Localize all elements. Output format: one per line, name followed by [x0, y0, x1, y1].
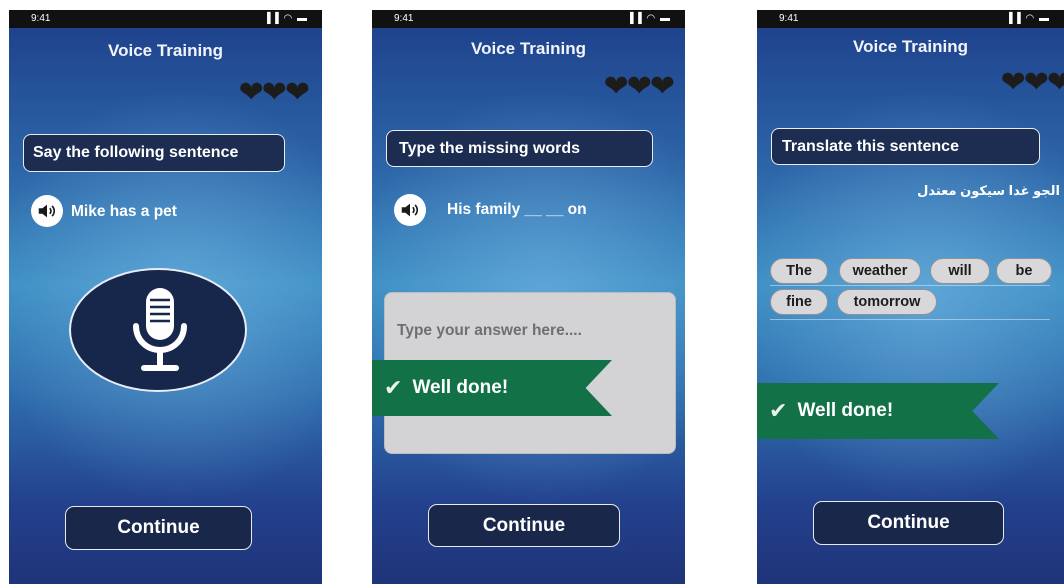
instruction-text: Type the missing words [399, 139, 581, 157]
word-chip[interactable]: tomorrow [837, 289, 937, 315]
status-time: 9:41 [394, 13, 414, 24]
answer-line [770, 285, 1050, 286]
page-title: Voice Training [471, 39, 586, 58]
word-chip[interactable]: fine [770, 289, 828, 315]
answer-placeholder: Type your answer here.... [397, 322, 582, 339]
status-bar: 9:41 ▐▐ ◠ ▬ [372, 10, 685, 28]
instruction-label: Translate this sentence [771, 128, 1040, 165]
hearts-lives-icon: ❤❤❤ [603, 70, 675, 103]
word-chip[interactable]: weather [839, 258, 921, 284]
source-sentence-arabic: الجو غدا سيكون معتدل [917, 183, 1060, 198]
success-banner: ✔ Well done! [757, 383, 999, 439]
success-text: Well done! [412, 377, 509, 398]
success-banner: ✔ Well done! [372, 360, 612, 416]
status-icons: ▐▐ ◠ ▬ [626, 13, 671, 24]
continue-button[interactable]: Continue [813, 501, 1004, 545]
success-text: Well done! [797, 400, 894, 421]
instruction-label: Say the following sentence [23, 134, 285, 172]
record-button[interactable] [69, 268, 247, 392]
word-chip[interactable]: be [996, 258, 1052, 284]
checkmark-icon: ✔ [769, 398, 788, 423]
instruction-label: Type the missing words [386, 130, 653, 167]
speaker-icon[interactable] [31, 195, 63, 227]
phone-screen-3: 9:41 ▐▐ ◠ ▬ Voice Training ❤❤❤ Translate… [757, 10, 1064, 584]
phone-screen-2: 9:41 ▐▐ ◠ ▬ Voice Training ❤❤❤ Type the … [372, 10, 685, 584]
status-bar: 9:41 ▐▐ ◠ ▬ [9, 10, 322, 28]
hearts-lives-icon: ❤❤❤ [1000, 66, 1064, 99]
status-bar: 9:41 ▐▐ ◠ ▬ [757, 10, 1064, 28]
instruction-text: Translate this sentence [782, 137, 959, 155]
phone-screen-1: 9:41 ▐▐ ◠ ▬ Voice Training ❤❤❤ Say the f… [9, 10, 322, 584]
cloze-sentence: His family __ __ on [447, 201, 587, 218]
continue-button[interactable]: Continue [65, 506, 252, 550]
status-icons: ▐▐ ◠ ▬ [263, 13, 308, 24]
status-time: 9:41 [31, 13, 51, 24]
page-title: Voice Training [853, 37, 968, 56]
status-icons: ▐▐ ◠ ▬ [1005, 13, 1050, 24]
answer-line [770, 319, 1050, 320]
checkmark-icon: ✔ [384, 375, 403, 400]
status-time: 9:41 [779, 13, 799, 24]
word-chip[interactable]: will [930, 258, 990, 284]
word-chip[interactable]: The [770, 258, 828, 284]
hearts-lives-icon: ❤❤❤ [238, 76, 310, 109]
instruction-text: Say the following sentence [33, 144, 239, 161]
microphone-icon [133, 288, 187, 371]
speaker-icon[interactable] [394, 194, 426, 226]
page-title: Voice Training [108, 41, 223, 60]
target-sentence: Mike has a pet [71, 203, 177, 220]
continue-button[interactable]: Continue [428, 504, 620, 547]
